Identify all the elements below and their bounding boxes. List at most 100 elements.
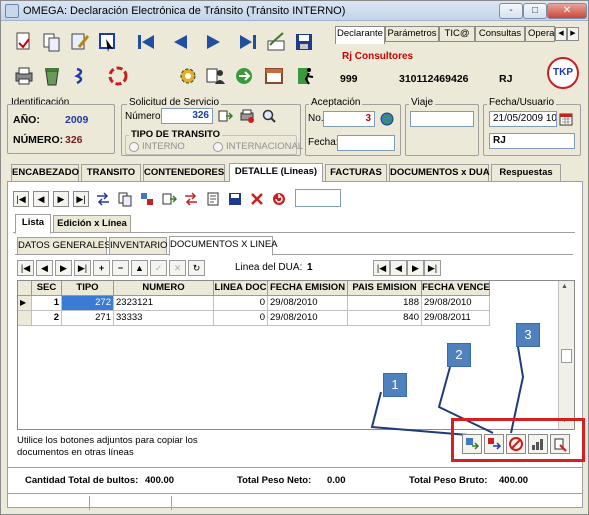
- detalle-delete-icon[interactable]: [249, 191, 265, 207]
- tab-edicion-x-linea[interactable]: Edición x Línea: [53, 215, 131, 233]
- detalle-move-icon[interactable]: [95, 191, 111, 207]
- scroll-thumb[interactable]: [561, 349, 572, 363]
- exit-icon[interactable]: [293, 63, 319, 89]
- tab-consultas[interactable]: Consultas: [475, 26, 525, 42]
- tab-declarante[interactable]: Declarante: [335, 26, 385, 44]
- erase-lines-icon[interactable]: [550, 434, 570, 454]
- col-fecha-vence-header[interactable]: FECHA VENCE: [422, 281, 490, 296]
- grid-post-button[interactable]: ✓: [150, 260, 167, 276]
- detalle-transfer-icon[interactable]: [183, 191, 199, 207]
- cell-2-fecha-vence[interactable]: 29/08/2011: [422, 311, 490, 326]
- tab-lista[interactable]: Lista: [15, 214, 51, 234]
- detalle-refresh-icon[interactable]: [271, 191, 287, 207]
- detalle-load-icon[interactable]: [161, 191, 178, 207]
- grid-vertical-scrollbar[interactable]: ▲ ▼: [558, 281, 574, 429]
- radio-internacional[interactable]: [213, 142, 223, 155]
- settings-gear-icon[interactable]: [175, 63, 201, 89]
- tab-encabezado[interactable]: ENCABEZADO: [11, 164, 79, 182]
- grid-insert-button[interactable]: +: [93, 260, 110, 276]
- radio-interno[interactable]: [129, 142, 139, 155]
- detalle-search-field[interactable]: [295, 189, 341, 207]
- tab-contenedores[interactable]: CONTENEDORES: [143, 164, 225, 182]
- col-linea-doc-header[interactable]: LINEA DOC: [214, 281, 268, 296]
- copy-document-icon[interactable]: [39, 29, 65, 55]
- solicitud-search-icon[interactable]: [261, 108, 277, 124]
- cell-1-sec[interactable]: 1: [32, 296, 62, 311]
- tab-documentos-x-dua[interactable]: DOCUMENTOS x DUA: [389, 164, 490, 182]
- cell-2-linea-doc[interactable]: 0: [214, 311, 268, 326]
- cell-1-fecha-vence[interactable]: 29/08/2010: [422, 296, 490, 311]
- tab-respuestas[interactable]: Respuestas: [491, 164, 561, 182]
- col-pais-emision-header[interactable]: PAIS EMISION: [348, 281, 422, 296]
- solicitud-numero-field[interactable]: 326: [161, 108, 213, 124]
- grid-last-button[interactable]: ▶|: [74, 260, 91, 276]
- sign-icon[interactable]: [263, 29, 289, 55]
- cell-2-fecha-emision[interactable]: 29/08/2010: [268, 311, 348, 326]
- tab-operac[interactable]: Operac: [525, 26, 559, 42]
- calendar-icon[interactable]: [558, 111, 574, 127]
- previous-record-icon[interactable]: [167, 29, 193, 55]
- cell-2-tipo[interactable]: 271: [62, 311, 114, 326]
- cell-1-fecha-emision[interactable]: 29/08/2010: [268, 296, 348, 311]
- transfer-icon[interactable]: [231, 63, 257, 89]
- col-fecha-emision-header[interactable]: FECHA EMISION: [268, 281, 348, 296]
- linea-last-button[interactable]: ▶|: [424, 260, 441, 276]
- cell-1-numero[interactable]: 2323121: [114, 296, 214, 311]
- fecha-usuario-date-field[interactable]: 21/05/2009 10:: [489, 111, 557, 127]
- linea-first-button[interactable]: |◀: [373, 260, 390, 276]
- undo-icon[interactable]: [67, 63, 93, 89]
- solicitud-load-icon[interactable]: [217, 108, 234, 124]
- new-document-icon[interactable]: [11, 29, 37, 55]
- linea-next-button[interactable]: ▶: [407, 260, 424, 276]
- save-icon[interactable]: [291, 29, 317, 55]
- refresh-icon[interactable]: [105, 63, 131, 89]
- detalle-split-icon[interactable]: [139, 191, 155, 207]
- grid-refresh-button[interactable]: ↻: [188, 260, 205, 276]
- distribute-lines-icon[interactable]: [528, 434, 548, 454]
- grid-delete-button[interactable]: −: [112, 260, 129, 276]
- tab-transito[interactable]: TRANSITO: [81, 164, 141, 182]
- grid-cancel-button[interactable]: ✕: [169, 260, 186, 276]
- detalle-copy-icon[interactable]: [117, 191, 133, 207]
- viaje-field[interactable]: [410, 111, 474, 127]
- tab-facturas[interactable]: FACTURAS: [325, 164, 387, 182]
- last-record-icon[interactable]: [235, 29, 261, 55]
- aceptacion-globe-icon[interactable]: [379, 111, 395, 127]
- cell-2-sec[interactable]: 2: [32, 311, 62, 326]
- tab-inventario[interactable]: INVENTARIO: [109, 237, 167, 255]
- fecha-usuario-user-field[interactable]: RJ: [489, 133, 575, 149]
- col-tipo-header[interactable]: TIPO: [62, 281, 114, 296]
- print-icon[interactable]: [11, 63, 37, 89]
- detalle-next-icon[interactable]: ▶: [53, 191, 69, 207]
- detalle-documents-icon[interactable]: [205, 191, 221, 207]
- maximize-button[interactable]: □: [523, 3, 547, 19]
- close-button[interactable]: ✕: [547, 3, 587, 19]
- tab-tica[interactable]: TIC@: [439, 26, 475, 42]
- tab-documentos-x-linea[interactable]: DOCUMENTOS X LINEA: [169, 236, 278, 256]
- detalle-prev-icon[interactable]: ◀: [33, 191, 49, 207]
- detalle-save-icon[interactable]: [227, 191, 243, 207]
- aceptacion-no-field[interactable]: 3: [323, 111, 375, 127]
- user-info-icon[interactable]: [203, 63, 229, 89]
- edit-document-icon[interactable]: [67, 29, 93, 55]
- first-record-icon[interactable]: [133, 29, 159, 55]
- cell-1-tipo[interactable]: 272: [62, 296, 114, 311]
- grid-next-button[interactable]: ▶: [55, 260, 72, 276]
- cell-1-linea-doc[interactable]: 0: [214, 296, 268, 311]
- aceptacion-fecha-field[interactable]: [337, 135, 395, 151]
- linea-prev-button[interactable]: ◀: [390, 260, 407, 276]
- scroll-up-icon[interactable]: ▲: [561, 283, 568, 290]
- tab-parametros[interactable]: Parámetros: [385, 26, 439, 42]
- tab-detalle-lineas[interactable]: DETALLE (Lineas): [229, 163, 323, 183]
- col-numero-header[interactable]: NUMERO: [114, 281, 214, 296]
- detalle-last-icon[interactable]: ▶|: [73, 191, 89, 207]
- copy-selected-line-icon[interactable]: [484, 434, 504, 454]
- grid-edit-button[interactable]: ▲: [131, 260, 148, 276]
- select-icon[interactable]: [95, 29, 121, 55]
- minimize-button[interactable]: -: [499, 3, 523, 19]
- cell-2-numero[interactable]: 33333: [114, 311, 214, 326]
- cell-1-pais-emision[interactable]: 188: [348, 296, 422, 311]
- detalle-first-icon[interactable]: |◀: [13, 191, 29, 207]
- delete-bin-icon[interactable]: [39, 63, 65, 89]
- solicitud-print-icon[interactable]: [239, 108, 255, 124]
